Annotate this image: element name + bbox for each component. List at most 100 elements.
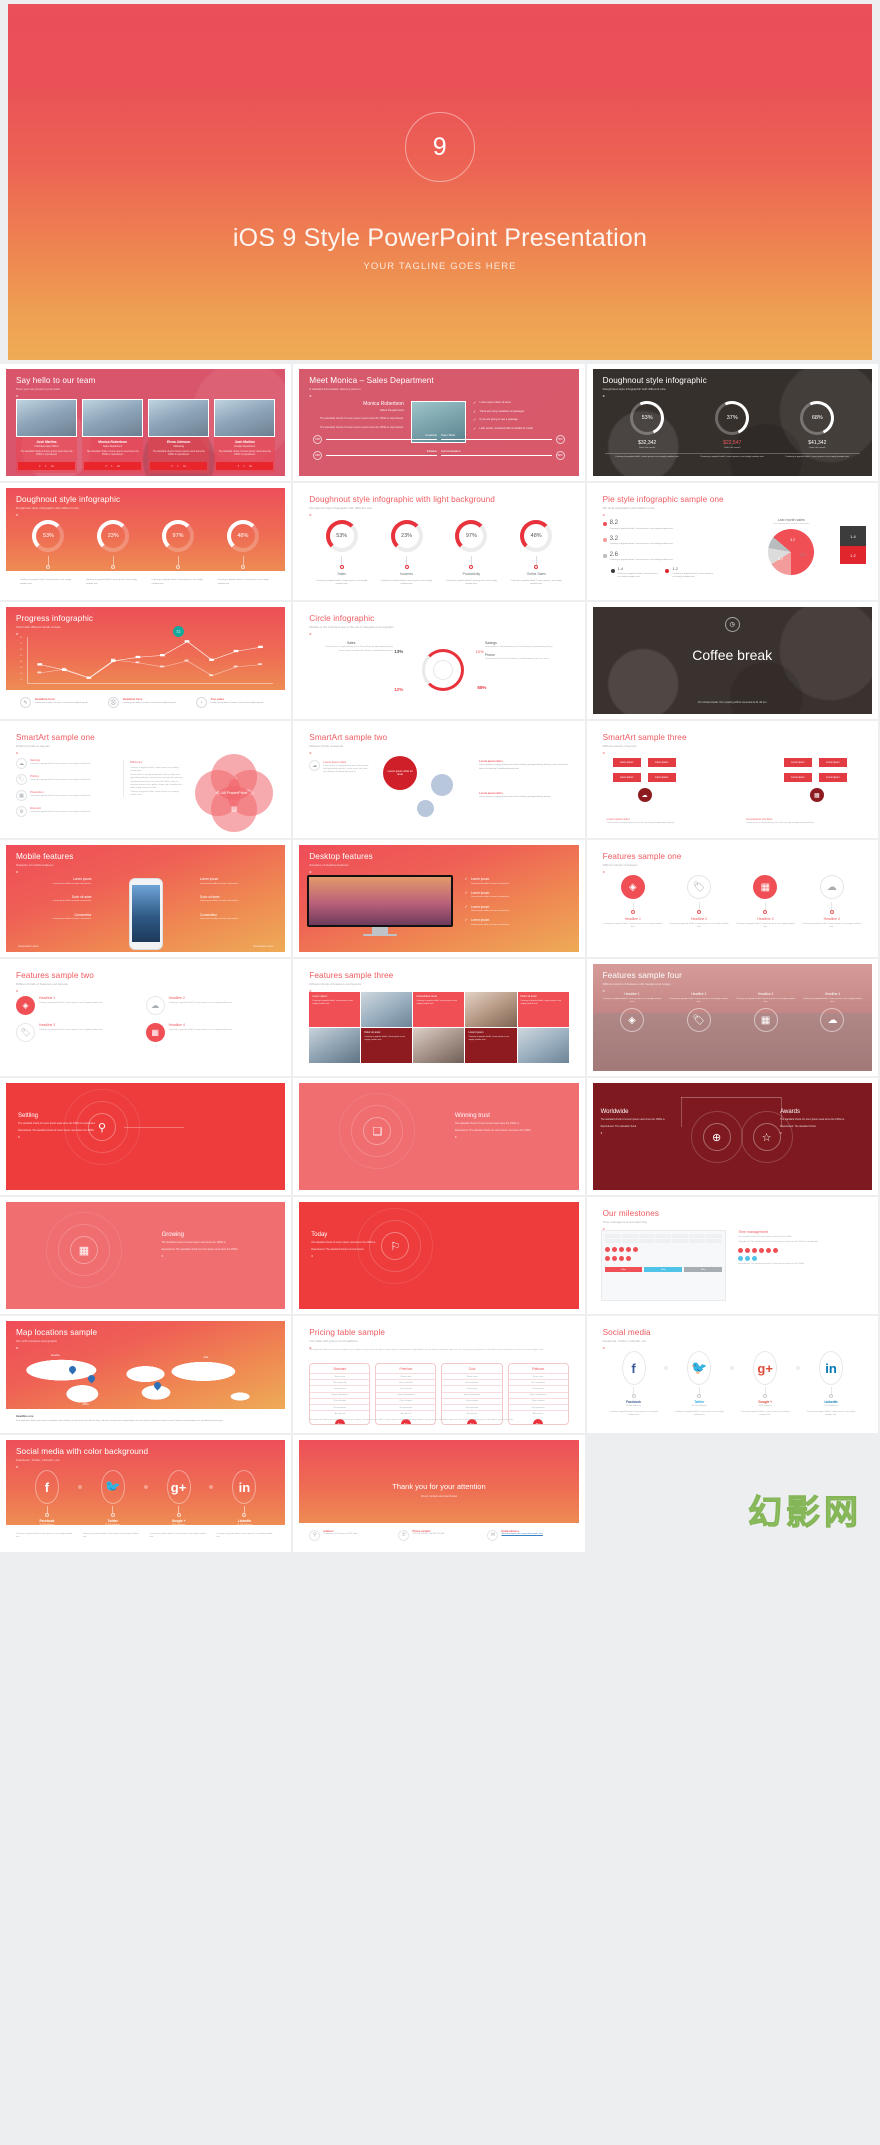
slide-thumb-monica[interactable]: Meet Monica – Sales Department A detaile… xyxy=(293,364,585,481)
twitter-icon[interactable]: t xyxy=(45,464,46,468)
mosaic-cell-text[interactable]: Dolor sit amet Contrary to popular belief… xyxy=(361,1028,413,1063)
slide-thumb-worldwide-awards[interactable]: ⊕ ☆ Worldwide The standard chunk of Lore… xyxy=(586,1078,878,1195)
feature-item[interactable]: 🏷 Headline 2 Contrary to popular belief, L… xyxy=(669,875,729,929)
tab-filter[interactable]: Filter xyxy=(684,1267,723,1272)
slide-thumb-features-four[interactable]: Features sample four Different kinds of … xyxy=(586,959,878,1076)
mosaic-cell-text[interactable]: Lorem ipsum Contrary to popular belief, L… xyxy=(309,992,361,1027)
slide-thumb-team[interactable]: Say hello to our team Here you can prese… xyxy=(0,364,292,481)
feature-item[interactable]: ◈ Headline 1 Contrary to popular belief, L… xyxy=(603,875,663,929)
slide-thumb-today[interactable]: ⚐ Today The standard chunk of Lorem ipsu… xyxy=(293,1197,585,1314)
slide-thumb-milestones[interactable]: Our milestones Time management and plann… xyxy=(586,1197,878,1314)
facebook-icon[interactable]: f xyxy=(238,464,239,468)
slide-dots: ••• xyxy=(780,1131,782,1136)
feature-item[interactable]: ☁ Headline 4 Contrary to popular belief, L… xyxy=(802,875,862,929)
slide-thumb-pricing[interactable]: Pricing table sample Our table with pric… xyxy=(293,1316,585,1433)
twitter-icon[interactable]: 🐦 xyxy=(687,1351,712,1385)
slide-thumb-map[interactable]: Map locations sample Our with locations … xyxy=(0,1316,292,1433)
social-item-twitter[interactable]: 🐦 Twitter 45 545 followers Contrary to p… xyxy=(668,1351,730,1417)
world-map[interactable]: America Asia Africa xyxy=(14,1349,278,1415)
slide-thumb-features-two[interactable]: Features sample two Different kinds of f… xyxy=(0,959,292,1076)
slide-thumb-pie-one[interactable]: Pie style infographic sample one Pie sty… xyxy=(586,483,878,600)
feature-item[interactable]: ☁ Headline 2 Contrary to popular belief, L… xyxy=(145,992,276,1019)
social-item-googleplus[interactable]: g+ Google + 4522 followers Contrary to p… xyxy=(734,1351,796,1417)
email-link[interactable]: office@example.com support@example.com xyxy=(501,1533,542,1535)
social-item-twitter[interactable]: 🐦 Twitter 45 545 followers xyxy=(82,1470,144,1526)
slide-thumb-settling[interactable]: ⚲ Settling The standard chunk of Lorem i… xyxy=(0,1078,292,1195)
twitter-icon[interactable]: t xyxy=(178,464,179,468)
slide-thumb-social-color[interactable]: Social media with color background Faceb… xyxy=(0,1435,292,1552)
linkedin-icon[interactable]: in xyxy=(249,464,251,468)
slide-thumb-smartart-three[interactable]: SmartArt sample three Different kinds of… xyxy=(586,721,878,838)
feature-item[interactable]: 🏷 Headline 3 Contrary to popular belief, L… xyxy=(16,1019,146,1046)
social-item-facebook[interactable]: f Facebook 25 454 followers xyxy=(16,1470,78,1526)
slide-thumb-thankyou[interactable]: Thank you for your attention All our con… xyxy=(293,1435,585,1552)
feature-item[interactable]: Headline 1 Contrary to popular belief, Lo… xyxy=(601,992,664,1033)
facebook-icon[interactable]: f xyxy=(621,1351,646,1385)
tab-filter[interactable]: Filter xyxy=(644,1267,683,1272)
filter-tabs[interactable]: Filter Filter Filter xyxy=(604,1267,723,1272)
mosaic-cell-text[interactable]: Consectetur amet Contrary to popular beli… xyxy=(413,992,465,1027)
slide-thumb-smartart-two[interactable]: SmartArt sample two Different kinds of l… xyxy=(293,721,585,838)
mosaic-cell-text[interactable]: Lorem ipsum Contrary to popular belief, L… xyxy=(465,1028,517,1063)
slide-thumb-mobile-features[interactable]: Mobile features Samples of mobile featur… xyxy=(0,840,292,957)
twitter-icon[interactable]: t xyxy=(111,464,112,468)
social-item-linkedin[interactable]: in LinkedIn 12 154 followers Contrary to… xyxy=(800,1351,862,1417)
hero-slide[interactable]: 9 iOS 9 Style PowerPoint Presentation YO… xyxy=(8,4,872,360)
social-button-row[interactable]: f t in xyxy=(18,461,76,470)
linkedin-icon[interactable]: in xyxy=(183,464,185,468)
team-card[interactable]: Josh Marlins Chief Executive Officer The… xyxy=(16,399,78,473)
feature-item[interactable]: ◈ Headline 1 Contrary to popular belief, L… xyxy=(16,992,146,1019)
slide-thumb-progress[interactable]: Progress infographic Chart with differen… xyxy=(0,602,292,719)
mosaic-cell-text[interactable]: Dolor sit amet Contrary to popular belief… xyxy=(517,992,569,1027)
pin-icon[interactable] xyxy=(86,1373,97,1384)
social-button-row[interactable]: f t in xyxy=(84,461,142,470)
contact-text[interactable]: office@example.com support@example.com xyxy=(501,1533,542,1536)
linkedin-icon[interactable]: in xyxy=(117,464,119,468)
pin-icon[interactable] xyxy=(152,1380,162,1391)
social-button-row[interactable]: f t in xyxy=(216,461,274,470)
linkedin-icon[interactable]: in xyxy=(232,1470,257,1504)
facebook-icon[interactable]: f xyxy=(40,464,41,468)
slide-thumb-social[interactable]: Social media Facebook, Twitter, LinkedIn… xyxy=(586,1316,878,1433)
slide-thumb-doughnut-gradient[interactable]: Doughnout style infographic Doughnout st… xyxy=(0,483,292,600)
team-card[interactable]: Monica Robertson Sales Department The st… xyxy=(82,399,144,473)
social-item-googleplus[interactable]: g+ Google + 4522 followers xyxy=(148,1470,210,1526)
social-item-facebook[interactable]: f Facebook 25 454 followers Contrary to … xyxy=(603,1351,665,1417)
pin-icon[interactable] xyxy=(67,1364,78,1375)
team-card[interactable]: Elena Johnson Marketing The standard chu… xyxy=(148,399,210,473)
slide-thumb-doughnut-light[interactable]: Doughnout style infographic with light b… xyxy=(293,483,585,600)
slide-thumb-features-one[interactable]: Features sample one Different kinds of f… xyxy=(586,840,878,957)
feature-item[interactable]: Headline 4 Contrary to popular belief, Lo… xyxy=(801,992,864,1033)
slide-thumb-winning-trust[interactable]: ❏ Winning trust The standard chunk of Lo… xyxy=(293,1078,585,1195)
pricing-column[interactable]: Premium Nemo enim Sunt explicabo Lorem i… xyxy=(375,1363,437,1426)
slide-thumb-coffee-break[interactable]: Coffee break ◷ 10 minutes break. Our mee… xyxy=(586,602,878,719)
slide-thumb-circle[interactable]: Circle infographic Details of the busine… xyxy=(293,602,585,719)
milestone-board[interactable]: Filter Filter Filter xyxy=(600,1230,727,1301)
pricing-column[interactable]: Standard Nemo enim Sunt explicabo Lorem … xyxy=(309,1363,371,1426)
feature-item[interactable]: Headline 2 Contrary to popular belief, Lo… xyxy=(667,992,730,1033)
slide-thumb-smartart-one[interactable]: SmartArt sample one Different kinds of l… xyxy=(0,721,292,838)
slide-thumb-doughnut-dark[interactable]: Doughnout style infographic Doughnout st… xyxy=(586,364,878,481)
pricing-column[interactable]: Gold Nemo enim Sunt explicabo Lorem ipsu… xyxy=(441,1363,503,1426)
feature-item[interactable]: ▦ Headline 3 Contrary to popular belief, L… xyxy=(735,875,795,929)
facebook-icon[interactable]: f xyxy=(106,464,107,468)
twitter-icon[interactable]: t xyxy=(244,464,245,468)
slide-thumb-features-three[interactable]: Features sample three Different kinds of… xyxy=(293,959,585,1076)
social-item-linkedin[interactable]: in LinkedIn 12 154 followers xyxy=(213,1470,275,1526)
slide-thumb-desktop-features[interactable]: Desktop features Samples of desktop feat… xyxy=(293,840,585,957)
tab-filter[interactable]: Filter xyxy=(604,1267,643,1272)
team-card[interactable]: Josh Marlins Design Department The stand… xyxy=(214,399,276,473)
googleplus-icon[interactable]: g+ xyxy=(166,1470,191,1504)
googleplus-icon[interactable]: g+ xyxy=(753,1351,778,1385)
feature-item[interactable]: ▦ Headline 4 Contrary to popular belief, L… xyxy=(145,1019,276,1046)
doughnut-item: 48% Online Sales xyxy=(210,520,275,576)
linkedin-icon[interactable]: in xyxy=(818,1351,843,1385)
facebook-icon[interactable]: f xyxy=(34,1470,59,1504)
twitter-icon[interactable]: 🐦 xyxy=(100,1470,125,1504)
social-button-row[interactable]: f t in xyxy=(150,461,208,470)
pricing-column[interactable]: Platinum Nemo enim Sunt explicabo Lorem … xyxy=(507,1363,569,1426)
feature-item[interactable]: Headline 3 Contrary to popular belief, Lo… xyxy=(734,992,797,1033)
facebook-icon[interactable]: f xyxy=(172,464,173,468)
slide-thumb-growing[interactable]: ▦ Growing The standard chunk of Lorem ip… xyxy=(0,1197,292,1314)
linkedin-icon[interactable]: in xyxy=(51,464,53,468)
